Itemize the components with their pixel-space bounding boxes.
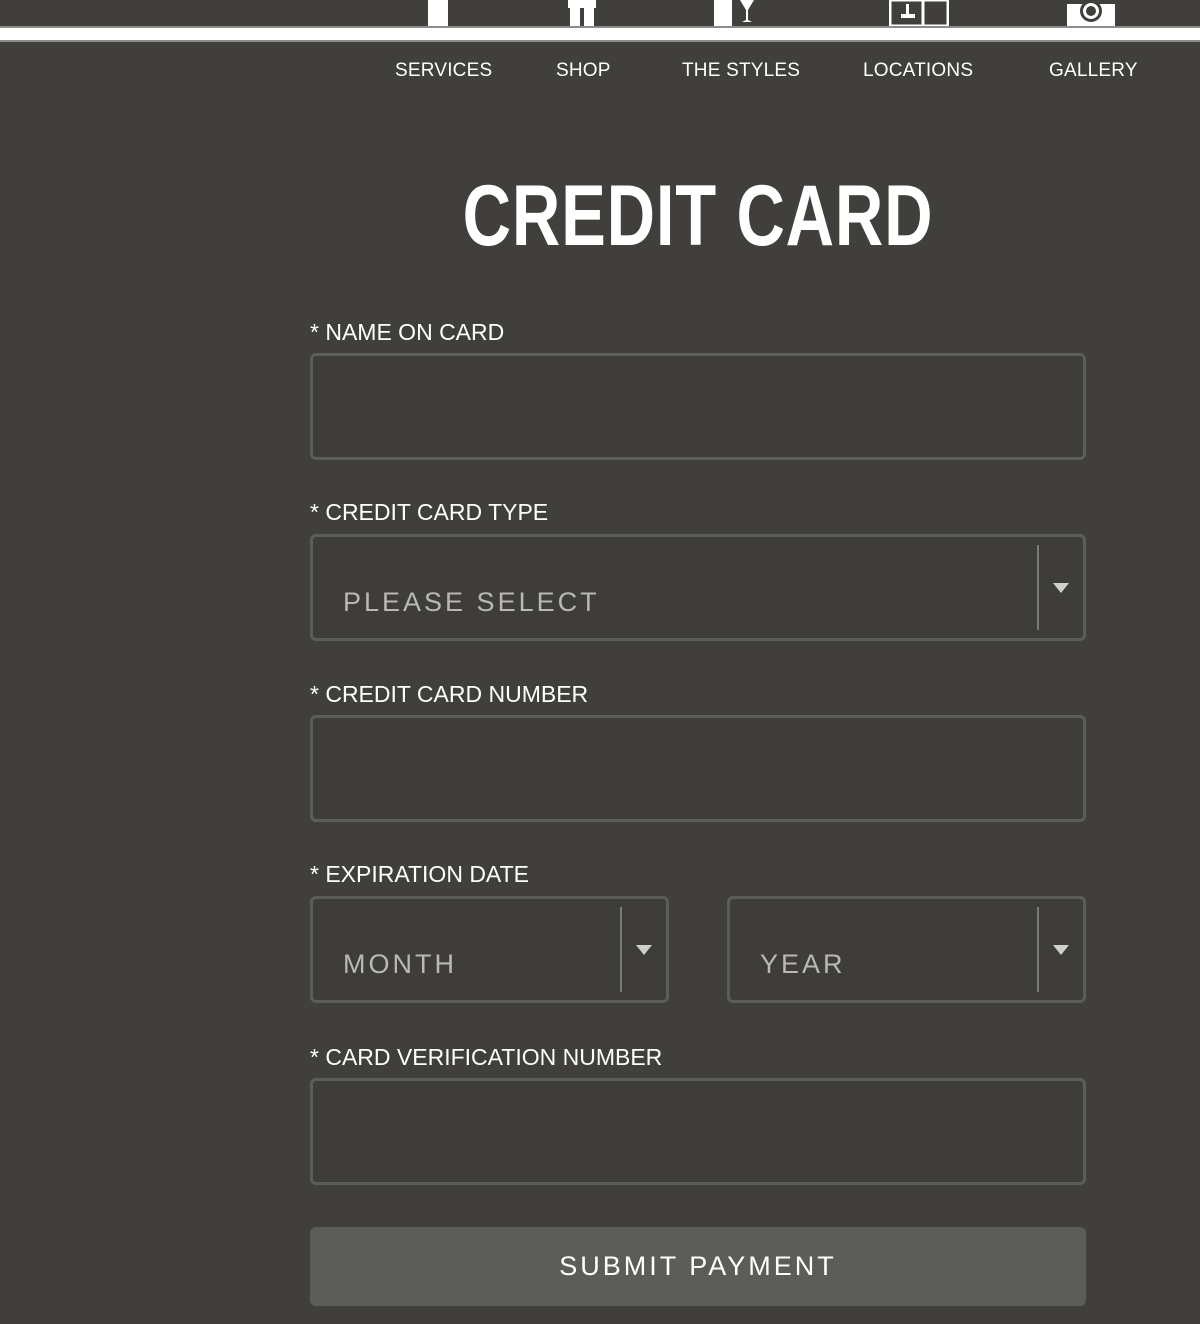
storefront-icon [889, 0, 949, 26]
building-icon [428, 0, 448, 26]
expiration-date-label: * EXPIRATION DATE [310, 861, 529, 887]
expiration-month-select[interactable]: MONTH [310, 896, 669, 1003]
camera-icon [1067, 0, 1115, 26]
card-type-selected-value: PLEASE SELECT [343, 587, 600, 617]
select-divider [1037, 545, 1039, 630]
expiration-year-select[interactable]: YEAR [727, 896, 1086, 1003]
main-nav: SERVICES SHOP THE STYLES LOCATIONS GALLE… [0, 60, 1200, 86]
nav-shop-link[interactable]: SHOP [556, 60, 611, 82]
cvv-input[interactable] [310, 1078, 1086, 1185]
header-skyline [0, 0, 1200, 26]
chevron-down-icon [1053, 945, 1069, 955]
card-type-label: * CREDIT CARD TYPE [310, 499, 549, 525]
cvv-label: * CARD VERIFICATION NUMBER [310, 1044, 663, 1070]
nav-the-styles-link[interactable]: THE STYLES [682, 60, 800, 82]
submit-payment-button[interactable]: SUBMIT PAYMENT [310, 1227, 1086, 1306]
nav-services-link[interactable]: SERVICES [395, 60, 492, 82]
card-number-label: * CREDIT CARD NUMBER [310, 681, 589, 707]
expiration-year-selected-value: YEAR [760, 949, 846, 979]
chevron-down-icon [636, 945, 652, 955]
name-on-card-input[interactable] [310, 353, 1086, 460]
header-divider [0, 26, 1200, 42]
cocktail-glass-icon [714, 0, 760, 26]
expiration-month-selected-value: MONTH [343, 949, 457, 979]
page-title: CREDIT CARD [462, 168, 934, 264]
select-divider [620, 907, 622, 992]
nav-locations-link[interactable]: LOCATIONS [863, 60, 973, 82]
name-on-card-label: * NAME ON CARD [310, 319, 505, 345]
card-number-input[interactable] [310, 715, 1086, 822]
chevron-down-icon [1053, 583, 1069, 593]
select-divider [1037, 907, 1039, 992]
nav-gallery-link[interactable]: GALLERY [1049, 60, 1138, 82]
card-type-select[interactable]: PLEASE SELECT [310, 534, 1086, 641]
gift-icon [567, 0, 597, 26]
